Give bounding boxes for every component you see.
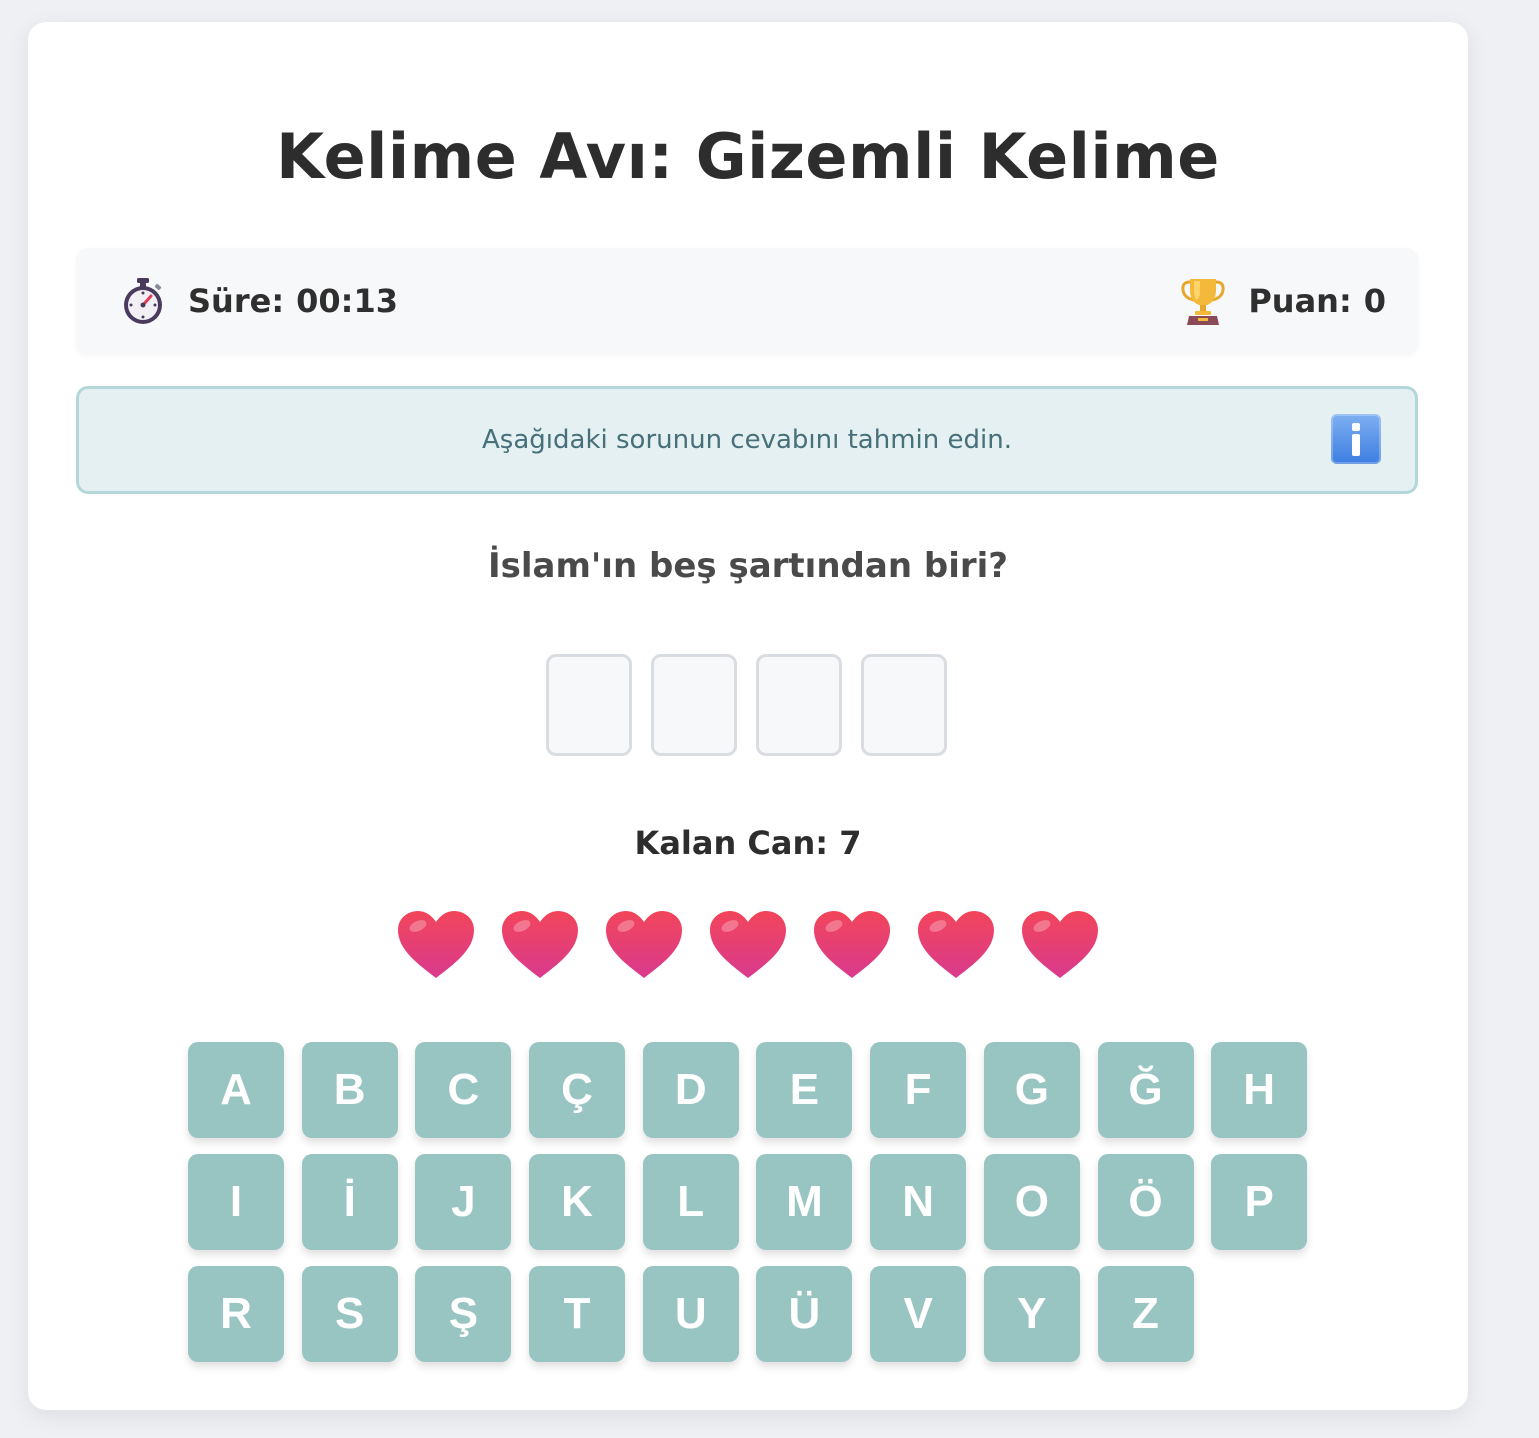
letter-key[interactable]: Z (1097, 1266, 1194, 1362)
timer-value: 00:13 (296, 282, 398, 320)
lives-label: Kalan Can: 7 (634, 824, 862, 862)
letter-key[interactable]: B (301, 1042, 398, 1138)
stopwatch-icon (124, 278, 162, 324)
answer-slot (546, 654, 632, 756)
heart-icon (398, 911, 474, 978)
heart-icon (502, 911, 578, 978)
letter-key[interactable]: Ü (756, 1266, 853, 1362)
letter-key[interactable]: V (870, 1266, 967, 1362)
letter-key[interactable]: J (415, 1154, 512, 1250)
heart-icon (710, 911, 786, 978)
info-message: Aşağıdaki sorunun cevabını tahmin edin. (482, 425, 1012, 455)
info-icon[interactable] (1331, 414, 1381, 464)
answer-slot (756, 654, 842, 756)
heart-icon (1022, 911, 1098, 978)
status-bar: Süre: 00:13 Puan: 0 (76, 248, 1418, 354)
letter-key[interactable]: R (188, 1266, 284, 1362)
score-value: 0 (1363, 282, 1386, 320)
keyboard-row: ABCÇDEFGĞH (188, 1042, 1325, 1138)
letter-key[interactable]: Y (983, 1266, 1080, 1362)
letter-key[interactable]: Ş (415, 1266, 512, 1362)
letter-key[interactable]: G (983, 1042, 1080, 1138)
letter-key[interactable]: P (1211, 1154, 1308, 1250)
timer: Süre: 00:13 (120, 276, 398, 326)
letter-key[interactable]: Ç (529, 1042, 626, 1138)
keyboard-row: IİJKLMNOÖP (188, 1154, 1325, 1250)
letter-key[interactable]: F (870, 1042, 967, 1138)
answer-slot (861, 654, 947, 756)
heart-icon (918, 911, 994, 978)
heart-icon (606, 911, 682, 978)
score: Puan: 0 (1180, 276, 1386, 326)
letter-key[interactable]: İ (301, 1154, 398, 1250)
letter-key[interactable]: S (301, 1266, 398, 1362)
letter-key[interactable]: U (642, 1266, 739, 1362)
letter-key[interactable]: K (529, 1154, 626, 1250)
info-banner: Aşağıdaki sorunun cevabını tahmin edin. (76, 386, 1418, 494)
letter-key[interactable]: T (529, 1266, 626, 1362)
letter-key[interactable]: H (1211, 1042, 1308, 1138)
letter-key[interactable]: O (983, 1154, 1080, 1250)
letter-key[interactable]: A (188, 1042, 284, 1138)
timer-label: Süre: (188, 282, 285, 320)
score-label: Puan: (1248, 282, 1352, 320)
letter-key[interactable]: C (415, 1042, 512, 1138)
letter-key[interactable]: Ğ (1097, 1042, 1194, 1138)
page-title: Kelime Avı: Gizemli Kelime (276, 120, 1220, 193)
answer-slots (546, 654, 966, 756)
heart-icon (814, 911, 890, 978)
letter-key[interactable]: I (188, 1154, 284, 1250)
game-card: Kelime Avı: Gizemli Kelime Süre: 00:13 P… (28, 22, 1468, 1410)
letter-key[interactable]: N (870, 1154, 967, 1250)
trophy-icon (1181, 279, 1225, 325)
keyboard-row: RSŞTUÜVYZ (188, 1266, 1325, 1362)
lives-hearts (396, 910, 1124, 980)
letter-key[interactable]: L (642, 1154, 739, 1250)
answer-slot (651, 654, 737, 756)
letter-key[interactable]: E (756, 1042, 853, 1138)
letter-key[interactable]: D (642, 1042, 739, 1138)
question-text: İslam'ın beş şartından biri? (487, 546, 1008, 586)
letter-key[interactable]: Ö (1097, 1154, 1194, 1250)
letter-key[interactable]: M (756, 1154, 853, 1250)
letter-keyboard: ABCÇDEFGĞH IİJKLMNOÖP RSŞTUÜVYZ (188, 1042, 1325, 1378)
